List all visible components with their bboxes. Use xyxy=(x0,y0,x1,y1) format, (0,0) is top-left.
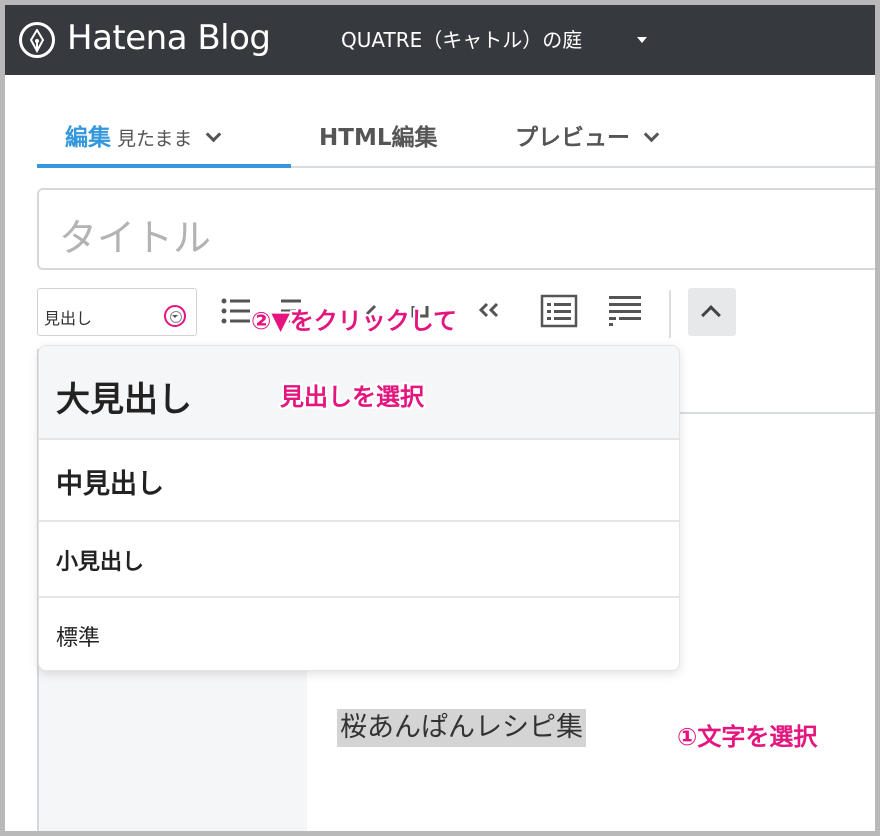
annotation-click-hint: ②▼をクリックして xyxy=(251,307,458,335)
text-format-icon[interactable] xyxy=(605,292,645,332)
collapse-toolbar-button[interactable] xyxy=(688,288,736,336)
annotation-select-heading: 見出しを選択 xyxy=(280,383,424,411)
tab-edit-label: 編集 xyxy=(65,125,111,151)
hatena-pen-icon[interactable] xyxy=(19,22,55,58)
list-box-icon[interactable] xyxy=(539,292,579,332)
chevron-down-icon[interactable] xyxy=(643,126,660,143)
heading-select-value: 見出し xyxy=(44,309,93,328)
tab-edit-mode: 見たまま xyxy=(117,128,193,150)
title-input[interactable] xyxy=(37,188,875,270)
toolbar-divider xyxy=(669,290,671,338)
top-bar: Hatena Blog QUATRE（キャトル）の庭 xyxy=(5,5,875,75)
menu-item-small-heading[interactable]: 小見出し xyxy=(39,522,679,598)
editor-tabs: 編集 見たまま HTML編集 プレビュー xyxy=(37,110,875,168)
caret-down-icon[interactable] xyxy=(637,37,647,43)
tab-edit[interactable]: 編集 見たまま xyxy=(37,118,291,168)
chevron-down-icon[interactable] xyxy=(206,126,222,143)
tab-preview-label: プレビュー xyxy=(515,125,630,151)
screenshot-frame: Hatena Blog QUATRE（キャトル）の庭 編集 見たまま HTML編集… xyxy=(0,0,880,836)
menu-item-normal[interactable]: 標準 xyxy=(39,598,679,670)
brand-logo[interactable]: Hatena Blog xyxy=(67,18,271,58)
heading-select[interactable]: 見出し xyxy=(37,288,197,336)
select-dropdown-icon[interactable] xyxy=(164,305,186,327)
tab-preview[interactable]: プレビュー xyxy=(515,118,660,168)
tab-html[interactable]: HTML編集 xyxy=(319,118,437,168)
blockquote-icon[interactable] xyxy=(473,292,513,332)
annotation-select-text: ①文字を選択 xyxy=(677,723,818,751)
chevron-up-icon xyxy=(701,305,721,325)
selected-body-text[interactable]: 桜あんぱんレシピ集 xyxy=(337,709,586,747)
blog-name-menu[interactable]: QUATRE（キャトル）の庭 xyxy=(341,27,582,53)
menu-item-medium-heading[interactable]: 中見出し xyxy=(39,440,679,522)
